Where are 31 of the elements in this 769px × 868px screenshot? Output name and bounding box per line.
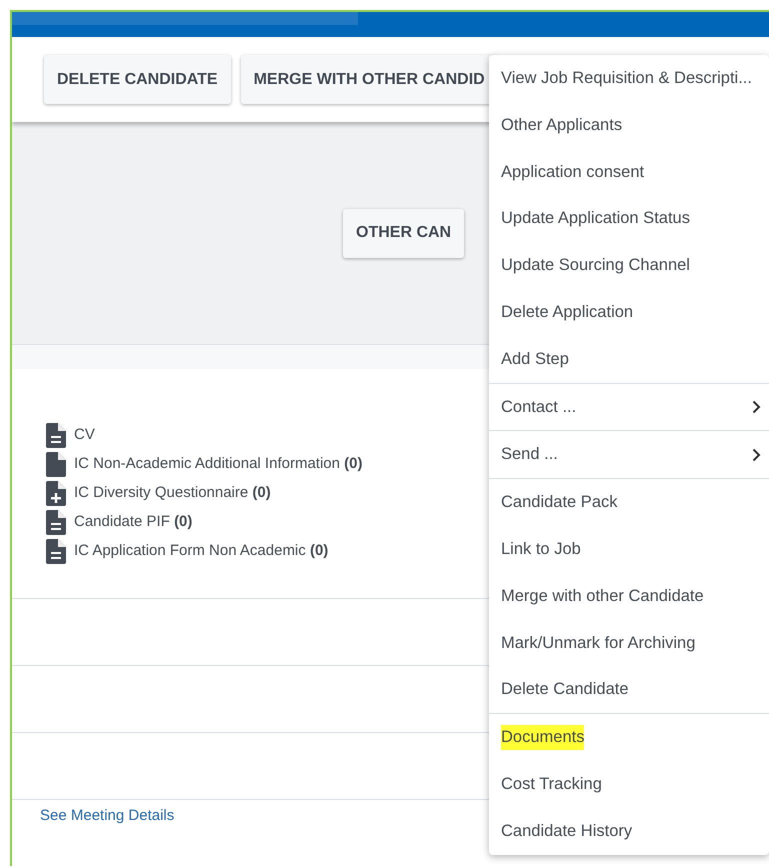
menu-item[interactable]: Other Applicants (489, 102, 769, 149)
menu-item[interactable]: Contact ... (489, 384, 769, 430)
document-icon (46, 510, 66, 535)
document-link[interactable]: IC Non-Academic Additional Information (0) (74, 453, 362, 476)
document-link[interactable]: IC Application Form Non Academic (0) (74, 540, 328, 563)
document-icon (46, 452, 66, 477)
chevron-right-icon (752, 448, 761, 462)
document-icon (46, 539, 66, 564)
document-icon (46, 423, 66, 448)
menu-item[interactable]: Delete Candidate (489, 666, 769, 714)
menu-item[interactable]: Link to Job (489, 526, 769, 573)
document-link[interactable]: IC Diversity Questionnaire (0) (74, 482, 271, 505)
meeting-details-link[interactable]: See Meeting Details (40, 805, 174, 828)
document-link[interactable]: Candidate PIF (0) (74, 511, 192, 534)
menu-item[interactable]: Delete Application (489, 288, 769, 336)
menu-item[interactable]: Send ... (489, 431, 769, 478)
menu-item[interactable]: Merge with other Candidate (489, 572, 769, 620)
menu-item[interactable]: Mark/Unmark for Archiving (489, 620, 769, 666)
menu-item[interactable]: Update Application Status (489, 195, 769, 242)
document-link[interactable]: CV (74, 424, 95, 447)
chevron-right-icon (752, 400, 761, 414)
menu-item[interactable]: Application consent (489, 148, 769, 196)
menu-item[interactable]: Update Sourcing Channel (489, 242, 769, 289)
menu-item[interactable]: Candidate History (489, 808, 769, 855)
menu-item[interactable]: Cost Tracking (489, 760, 769, 808)
document-plus-icon (46, 481, 66, 506)
menu-item[interactable]: Add Step (489, 336, 769, 383)
menu-item[interactable]: Candidate Pack (489, 479, 769, 526)
action-button[interactable]: DELETE CANDIDATE (44, 55, 231, 104)
menu-item[interactable]: Documents (489, 714, 769, 761)
action-button[interactable]: OTHER CAN (343, 208, 464, 258)
